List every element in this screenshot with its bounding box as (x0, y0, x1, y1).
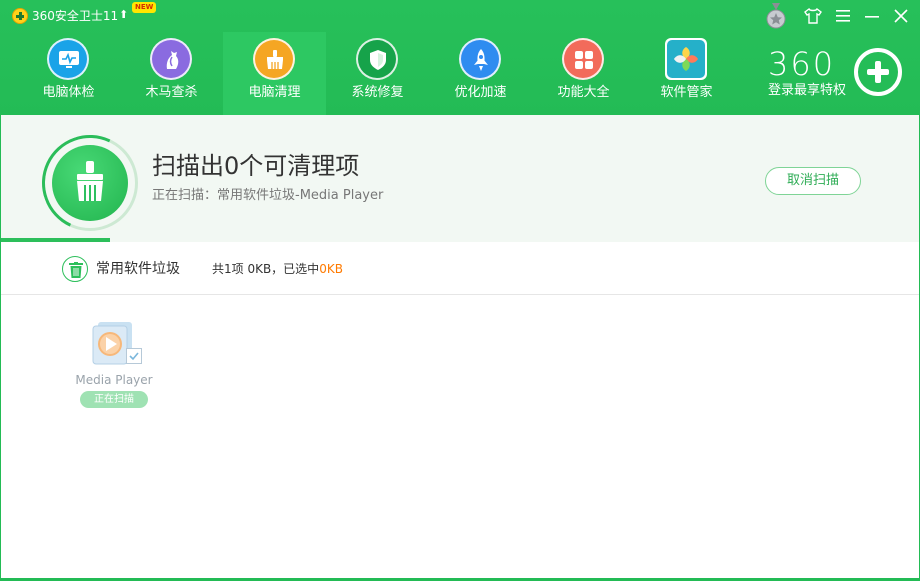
app-logo-icon (12, 8, 28, 24)
top-bar: 360安全卫士11 ⬆ NEW 电脑体检 木马查杀 电脑清理 系统修复 优化加速… (0, 0, 920, 115)
list-item[interactable]: Media Player 正在扫描 (70, 318, 158, 410)
shield-icon (356, 38, 398, 80)
horse-icon (150, 38, 192, 80)
nav-item-checkup[interactable]: 电脑体检 (17, 32, 120, 115)
monitor-icon (47, 38, 89, 80)
update-arrow-icon[interactable]: ⬆ (119, 9, 128, 21)
nav-item-trojan[interactable]: 木马查杀 (120, 32, 223, 115)
plus-icon[interactable] (854, 48, 902, 96)
trash-icon (62, 256, 88, 282)
category-name: 常用软件垃圾 (96, 261, 180, 277)
nav-item-label: 系统修复 (351, 85, 404, 100)
cleanup-broom-icon (52, 145, 128, 221)
scan-status-panel: 扫描出0个可清理项 正在扫描：常用软件垃圾-Media Player 取消扫描 (0, 115, 920, 245)
nav-item-label: 优化加速 (454, 85, 507, 100)
medal-icon[interactable] (765, 3, 787, 29)
minimize-icon[interactable] (862, 6, 882, 26)
nav-item-label: 电脑体检 (42, 85, 95, 100)
scan-title: 扫描出0个可清理项 (152, 152, 360, 180)
app-title: 360安全卫士11 (32, 9, 119, 23)
nav-item-label: 软件管家 (660, 85, 713, 100)
nav-item-cleanup[interactable]: 电脑清理 (223, 32, 326, 115)
item-status-badge: 正在扫描 (80, 391, 148, 408)
category-selected-size: 0KB (319, 262, 343, 276)
brand-360: 360 (768, 45, 836, 83)
nav-item-label: 功能大全 (557, 85, 610, 100)
new-badge: NEW (132, 2, 157, 13)
window-border-left (0, 115, 1, 581)
close-icon[interactable] (891, 6, 911, 26)
cancel-scan-button[interactable]: 取消扫描 (765, 167, 861, 195)
rocket-icon (459, 38, 501, 80)
category-summary: 共1项 0KB，已选中0KB (212, 261, 343, 277)
scan-subtitle: 正在扫描：常用软件垃圾-Media Player (152, 188, 384, 203)
title-bar: 360安全卫士11 ⬆ NEW (0, 0, 920, 32)
nav-item-features[interactable]: 功能大全 (532, 32, 635, 115)
nav-item-software[interactable]: 软件管家 (635, 32, 738, 115)
broom-icon (253, 38, 295, 80)
apps-flower-icon (665, 38, 707, 80)
category-summary-text: 共1项 0KB，已选中 (212, 262, 320, 276)
nav-item-repair[interactable]: 系统修复 (326, 32, 429, 115)
item-checkbox[interactable] (126, 348, 142, 364)
category-row[interactable]: 常用软件垃圾 共1项 0KB，已选中0KB (0, 242, 920, 295)
grid-icon (562, 38, 604, 80)
login-vip-link[interactable]: 登录最享特权 (768, 82, 846, 100)
menu-icon[interactable] (833, 6, 853, 26)
nav-item-label: 木马查杀 (145, 85, 198, 100)
nav-item-speedup[interactable]: 优化加速 (429, 32, 532, 115)
nav-item-label: 电脑清理 (248, 85, 301, 100)
item-name: Media Player (75, 373, 153, 387)
skin-shirt-icon[interactable] (803, 6, 823, 26)
